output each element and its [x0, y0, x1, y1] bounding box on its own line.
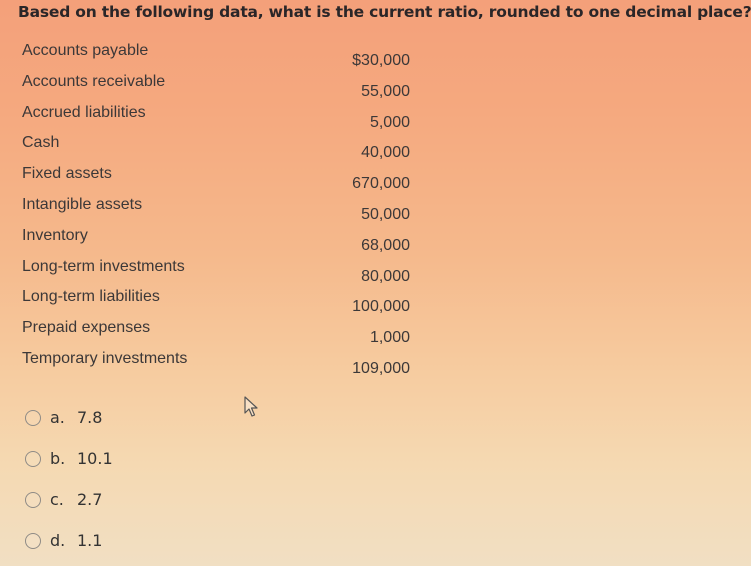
item-label: Fixed assets [22, 165, 112, 183]
option-letter: a. [50, 408, 65, 427]
option-letter: b. [50, 449, 66, 468]
option-b[interactable]: b. 10.1 [25, 438, 113, 479]
data-row: Accounts receivable 55,000 [22, 73, 410, 104]
question-text: Based on the following data, what is the… [18, 3, 751, 21]
data-row: Intangible assets 50,000 [22, 196, 410, 227]
item-label: Long-term investments [22, 257, 185, 275]
item-value: 68,000 [361, 236, 410, 254]
option-text[interactable]: 10.1 [77, 449, 113, 468]
item-value: 50,000 [361, 205, 410, 223]
radio-unselected-icon[interactable] [25, 450, 41, 467]
data-row: Prepaid expenses 1,000 [22, 319, 410, 350]
item-label: Accrued liabilities [22, 103, 146, 121]
data-row: Accounts payable $30,000 [22, 42, 410, 73]
radio-unselected-icon[interactable] [25, 532, 41, 549]
option-text[interactable]: 2.7 [77, 490, 102, 509]
financial-data-table: Accounts payable $30,000 Accounts receiva… [22, 42, 410, 381]
radio-unselected-icon[interactable] [25, 409, 41, 426]
data-row: Inventory 68,000 [22, 227, 410, 258]
option-text[interactable]: 1.1 [77, 531, 102, 550]
item-value: 109,000 [352, 359, 410, 377]
data-row: Long-term liabilities 100,000 [22, 288, 410, 319]
data-row: Temporary investments 109,000 [22, 350, 410, 381]
item-label: Accounts payable [22, 42, 149, 59]
data-row: Cash 40,000 [22, 134, 410, 165]
item-label: Inventory [22, 226, 88, 244]
item-label: Prepaid expenses [22, 319, 151, 337]
item-value: 55,000 [361, 82, 410, 100]
option-a[interactable]: a. 7.8 [25, 397, 113, 438]
item-value: 1,000 [369, 329, 410, 347]
answer-options: a. 7.8 b. 10.1 c. 2.7 d. 1.1 [25, 397, 113, 561]
option-letter: c. [50, 490, 64, 509]
option-c[interactable]: c. 2.7 [25, 479, 113, 520]
mouse-pointer-icon [244, 396, 260, 422]
item-value: 5,000 [369, 113, 410, 131]
item-value: 40,000 [361, 144, 410, 162]
data-row: Accrued liabilities 5,000 [22, 104, 410, 135]
item-label: Intangible assets [22, 195, 143, 213]
item-value: 100,000 [352, 298, 410, 316]
item-value: $30,000 [352, 52, 410, 69]
option-letter: d. [50, 531, 66, 550]
option-d[interactable]: d. 1.1 [25, 520, 113, 561]
item-value: 80,000 [361, 267, 410, 285]
option-text[interactable]: 7.8 [77, 408, 102, 427]
radio-unselected-icon[interactable] [25, 491, 41, 508]
item-label: Temporary investments [22, 349, 188, 367]
item-value: 670,000 [352, 175, 410, 193]
item-label: Cash [22, 134, 60, 152]
data-row: Long-term investments 80,000 [22, 258, 410, 289]
data-row: Fixed assets 670,000 [22, 165, 410, 196]
item-label: Accounts receivable [22, 72, 166, 90]
item-label: Long-term liabilities [22, 288, 160, 306]
